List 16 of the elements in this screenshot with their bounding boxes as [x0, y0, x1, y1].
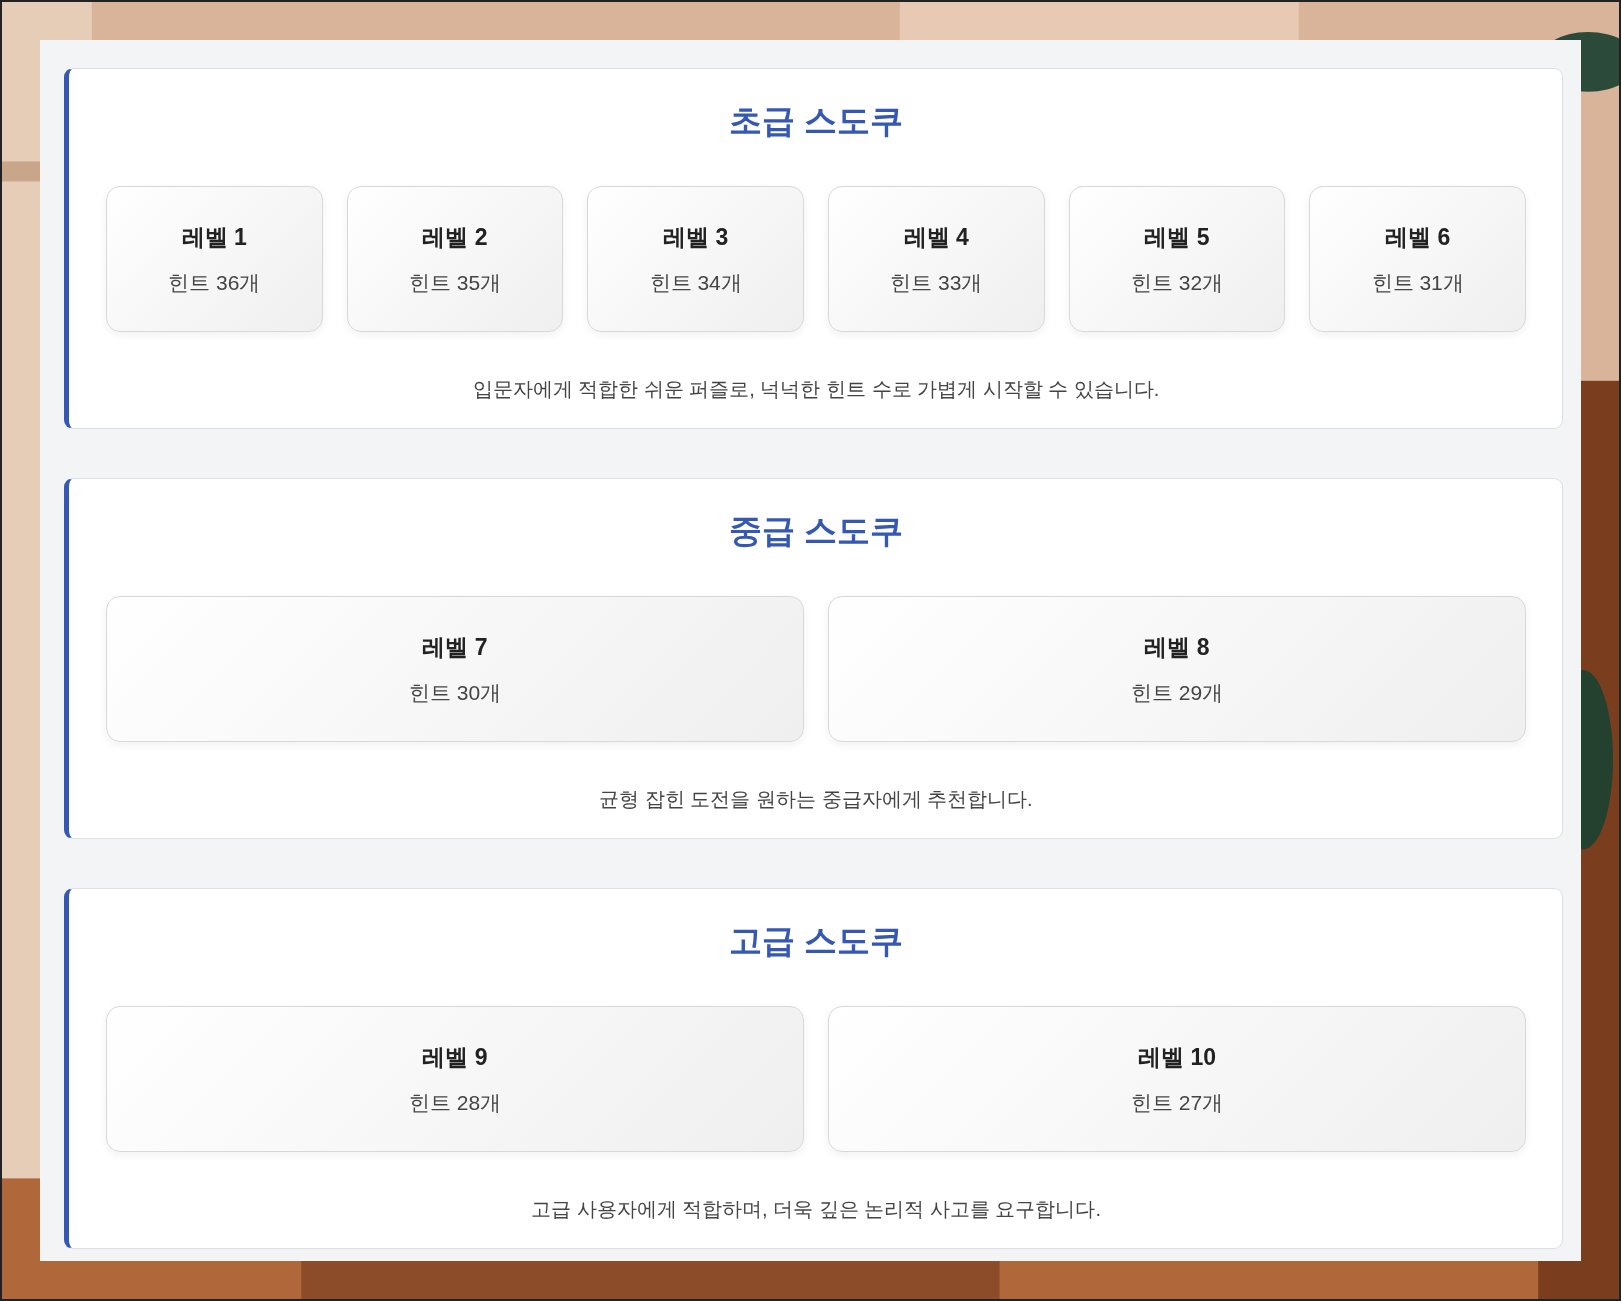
level-card[interactable]: 레벨 3 힌트 34개 [587, 186, 804, 332]
section-description: 입문자에게 적합한 쉬운 퍼즐로, 넉넉한 힌트 수로 가볍게 시작할 수 있습니다. [472, 377, 1160, 402]
section-title: 초급 스도쿠 [728, 101, 904, 141]
level-card[interactable]: 레벨 4 힌트 33개 [828, 186, 1045, 332]
level-card[interactable]: 레벨 5 힌트 32개 [1068, 186, 1286, 332]
level-card[interactable]: 레벨 2 힌트 35개 [346, 186, 564, 332]
level-card[interactable]: 레벨 6 힌트 31개 [1309, 186, 1526, 332]
level-card[interactable]: 레벨 10 힌트 27개 [828, 1006, 1526, 1152]
section-title: 고급 스도쿠 [728, 921, 904, 961]
level-card[interactable]: 레벨 7 힌트 30개 [106, 596, 804, 742]
section-description: 고급 사용자에게 적합하며, 더욱 깊은 논리적 사고를 요구합니다. [531, 1197, 1101, 1222]
level-card[interactable]: 레벨 8 힌트 29개 [828, 596, 1526, 742]
level-card[interactable]: 레벨 9 힌트 28개 [106, 1006, 804, 1152]
level-card[interactable]: 레벨 1 힌트 36개 [106, 186, 323, 332]
section-title: 중급 스도쿠 [728, 511, 904, 551]
section-description: 균형 잡힌 도전을 원하는 중급자에게 추천합니다. [599, 787, 1033, 812]
